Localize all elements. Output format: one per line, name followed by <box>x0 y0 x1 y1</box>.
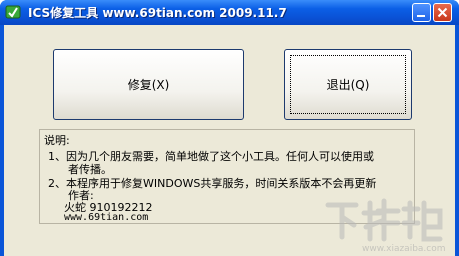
description-line-2: 2、本程序用于修复WINDOWS共享服务，时间关系版本不会再更新 <box>48 177 377 190</box>
website-text: www.69tian.com <box>64 212 149 223</box>
window-title: ICS修复工具 www.69tian.com 2009.11.7 <box>28 6 287 20</box>
description-heading: 说明: <box>44 134 70 147</box>
focus-rect <box>290 55 406 114</box>
close-button[interactable] <box>433 3 452 22</box>
close-icon <box>437 7 448 18</box>
app-window: ICS修复工具 www.69tian.com 2009.11.7 修复(X) 退… <box>0 0 459 256</box>
exit-button[interactable]: 退出(Q) <box>284 49 412 120</box>
minimize-button[interactable] <box>412 3 431 22</box>
app-icon <box>5 5 21 19</box>
repair-button[interactable]: 修复(X) <box>53 49 244 120</box>
watermark-logo: www.xiazaiba.com <box>325 198 446 253</box>
title-bar[interactable]: ICS修复工具 www.69tian.com 2009.11.7 <box>0 0 459 25</box>
repair-button-label: 修复(X) <box>127 78 170 92</box>
watermark-url: www.xiazaiba.com <box>362 244 446 253</box>
client-area: 修复(X) 退出(Q) 说明: 1、因为几个朋友需要，简单地做了这个小工具。任何… <box>4 25 455 256</box>
minimize-icon <box>417 15 425 17</box>
